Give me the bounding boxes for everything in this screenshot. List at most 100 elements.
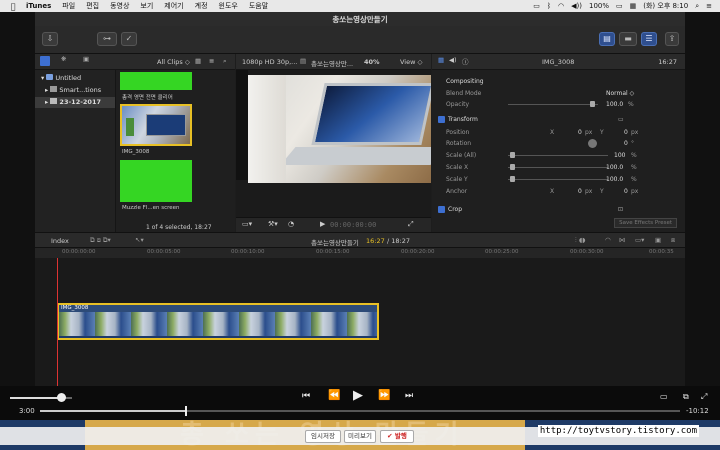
info-inspector-icon[interactable]: ⓘ (462, 56, 469, 66)
audio-inspector-icon[interactable]: ◀) (449, 56, 457, 64)
audio-skimming-icon[interactable]: ⫶ ◖◗ (575, 236, 586, 245)
fullscreen-icon[interactable]: ⤢ (408, 220, 414, 229)
video-inspector-icon[interactable]: ▦ (438, 56, 444, 64)
index-button[interactable]: Index (51, 237, 69, 245)
crop-section[interactable]: Crop ⊡ (438, 204, 679, 215)
transform-checkbox[interactable] (438, 116, 445, 123)
view-menu[interactable]: View ◇ (400, 58, 423, 66)
bluetooth-icon[interactable]: ᛒ (547, 2, 551, 10)
play-icon[interactable]: ▶ (320, 220, 325, 228)
rewind-icon[interactable]: ⏪ (328, 390, 340, 401)
menu-account[interactable]: 계정 (195, 1, 208, 11)
scale-all-slider[interactable] (508, 155, 608, 156)
save-draft-button[interactable]: 임시저장 (305, 430, 341, 443)
menu-window[interactable]: 윈도우 (219, 1, 238, 11)
menu-controls[interactable]: 제어기 (164, 1, 183, 11)
timeline-tracks[interactable]: IMG_3008 (35, 258, 685, 386)
menu-help[interactable]: 도움말 (249, 1, 268, 11)
picture-in-picture-icon[interactable]: ⧉ (683, 392, 689, 402)
menu-view[interactable]: 보기 (140, 1, 153, 11)
scale-y-value[interactable]: 100.0 (606, 174, 623, 185)
crop-tool-icon[interactable]: ▭▾ (242, 220, 252, 228)
headphones-icon[interactable]: ◠ (605, 236, 611, 244)
share-icon[interactable]: ⇪ (665, 32, 679, 46)
apple-icon[interactable]:  (8, 2, 18, 11)
clip-thumbnail-muzzle[interactable] (120, 160, 192, 202)
notification-center-icon[interactable]: ≡ (706, 2, 712, 10)
transform-tool-icon[interactable]: ⚒▾ (268, 220, 278, 228)
fullscreen-icon[interactable]: ⤢ (701, 392, 707, 402)
transform-section[interactable]: Transform ▭ (438, 114, 679, 125)
clip-thumbnail-img3008[interactable] (120, 104, 192, 146)
menu-movie[interactable]: 동영상 (110, 1, 129, 11)
previous-track-icon[interactable]: ⏮ (302, 391, 310, 401)
anchor-y-value[interactable]: 0 (624, 186, 628, 197)
transitions-browser-icon[interactable]: ⧈ (671, 236, 675, 245)
scale-all-value[interactable]: 100 (614, 150, 625, 161)
crop-checkbox[interactable] (438, 206, 445, 213)
subtitles-icon[interactable]: ▭ (660, 392, 668, 401)
menu-file[interactable]: 파일 (62, 1, 75, 11)
timeline-playhead[interactable] (57, 258, 58, 386)
volume-icon[interactable]: ◀)) (571, 2, 582, 10)
timeline-toggle-icon[interactable]: ▬ (619, 32, 637, 46)
clip-thumbnail-green[interactable] (120, 72, 192, 90)
progress-scrubber[interactable] (40, 406, 680, 416)
menu-edit[interactable]: 편집 (86, 1, 99, 11)
app-menu[interactable]: iTunes (26, 2, 51, 10)
browser-toggle-icon[interactable]: ▤ (599, 32, 615, 46)
publish-button[interactable]: ✔ 발행 (380, 430, 414, 443)
scale-y-slider[interactable] (508, 179, 608, 180)
save-effects-preset-button[interactable]: Save Effects Preset (614, 218, 677, 228)
blend-mode-select[interactable]: Normal ◇ (606, 88, 634, 99)
snapping-icon[interactable]: ⋈ (619, 236, 626, 244)
progress-knob[interactable] (185, 406, 188, 416)
opacity-slider[interactable] (508, 104, 598, 105)
libraries-icon[interactable] (40, 56, 50, 66)
effects-browser-icon[interactable]: ▣ (655, 236, 661, 244)
crop-onscreen-icon[interactable]: ⊡ (618, 204, 623, 215)
zoom-level[interactable]: 40% (364, 58, 380, 66)
opacity-value[interactable]: 100.0 (606, 99, 623, 110)
position-y-value[interactable]: 0 (624, 127, 628, 138)
fast-forward-icon[interactable]: ⏩ (378, 390, 390, 401)
anchor-x-value[interactable]: 0 (578, 186, 582, 197)
scale-all-slider-knob[interactable] (510, 152, 515, 158)
viewer-format[interactable]: 1080p HD 30p,... (242, 58, 297, 66)
photos-icon[interactable]: ❋ (61, 55, 66, 63)
clip-filter-dropdown[interactable]: All Clips ◇ (157, 58, 190, 66)
transform-onscreen-icon[interactable]: ▭ (618, 114, 624, 125)
clock[interactable]: (화) 오후 8:10 (643, 1, 688, 11)
scale-y-slider-knob[interactable] (510, 176, 515, 182)
timeline-clip[interactable]: IMG_3008 (57, 303, 379, 340)
volume-knob[interactable] (56, 393, 66, 402)
airplay-icon[interactable]: ▭ (533, 2, 540, 10)
search-icon[interactable]: ⌕ (223, 57, 227, 66)
next-track-icon[interactable]: ⏭ (405, 391, 413, 401)
opacity-slider-knob[interactable] (590, 101, 595, 107)
timeline-ruler[interactable]: 00:00:00:00 00:00:05:00 00:00:10:00 00:0… (35, 248, 685, 258)
scale-x-value[interactable]: 100.0 (606, 162, 623, 173)
list-view-icon[interactable]: ≣ (209, 57, 214, 65)
select-tool-icon[interactable]: ↖▾ (135, 236, 144, 244)
wifi-icon[interactable]: ◠ (558, 2, 564, 10)
compositing-section[interactable]: Compositing (438, 76, 679, 87)
filmstrip-view-icon[interactable]: ▦ (195, 57, 201, 65)
clip-appearance-icon[interactable]: ▭▾ (635, 236, 644, 244)
rotation-dial-icon[interactable] (588, 139, 597, 148)
speed-icon[interactable]: ◔ (288, 220, 294, 228)
titles-icon[interactable]: ▣ (83, 55, 89, 63)
input-source-icon[interactable]: ▦ (630, 2, 637, 10)
edit-buttons-icon[interactable]: ⧉ ⧈ ⧉▾ (90, 236, 111, 245)
rotation-value[interactable]: 0 (624, 138, 628, 149)
play-icon[interactable]: ▶ (353, 388, 363, 403)
spotlight-search-icon[interactable]: ⌕ (695, 2, 699, 11)
scale-x-slider[interactable] (508, 167, 608, 168)
battery-icon[interactable]: ▭ (616, 2, 623, 10)
position-x-value[interactable]: 0 (578, 127, 582, 138)
preview-button[interactable]: 미리보기 (344, 430, 376, 443)
import-icon[interactable]: ⇩ (42, 32, 58, 46)
inspector-toggle-icon[interactable]: ☰ (641, 32, 657, 46)
background-tasks-icon[interactable]: ✓ (121, 32, 137, 46)
volume-slider[interactable] (10, 393, 72, 402)
